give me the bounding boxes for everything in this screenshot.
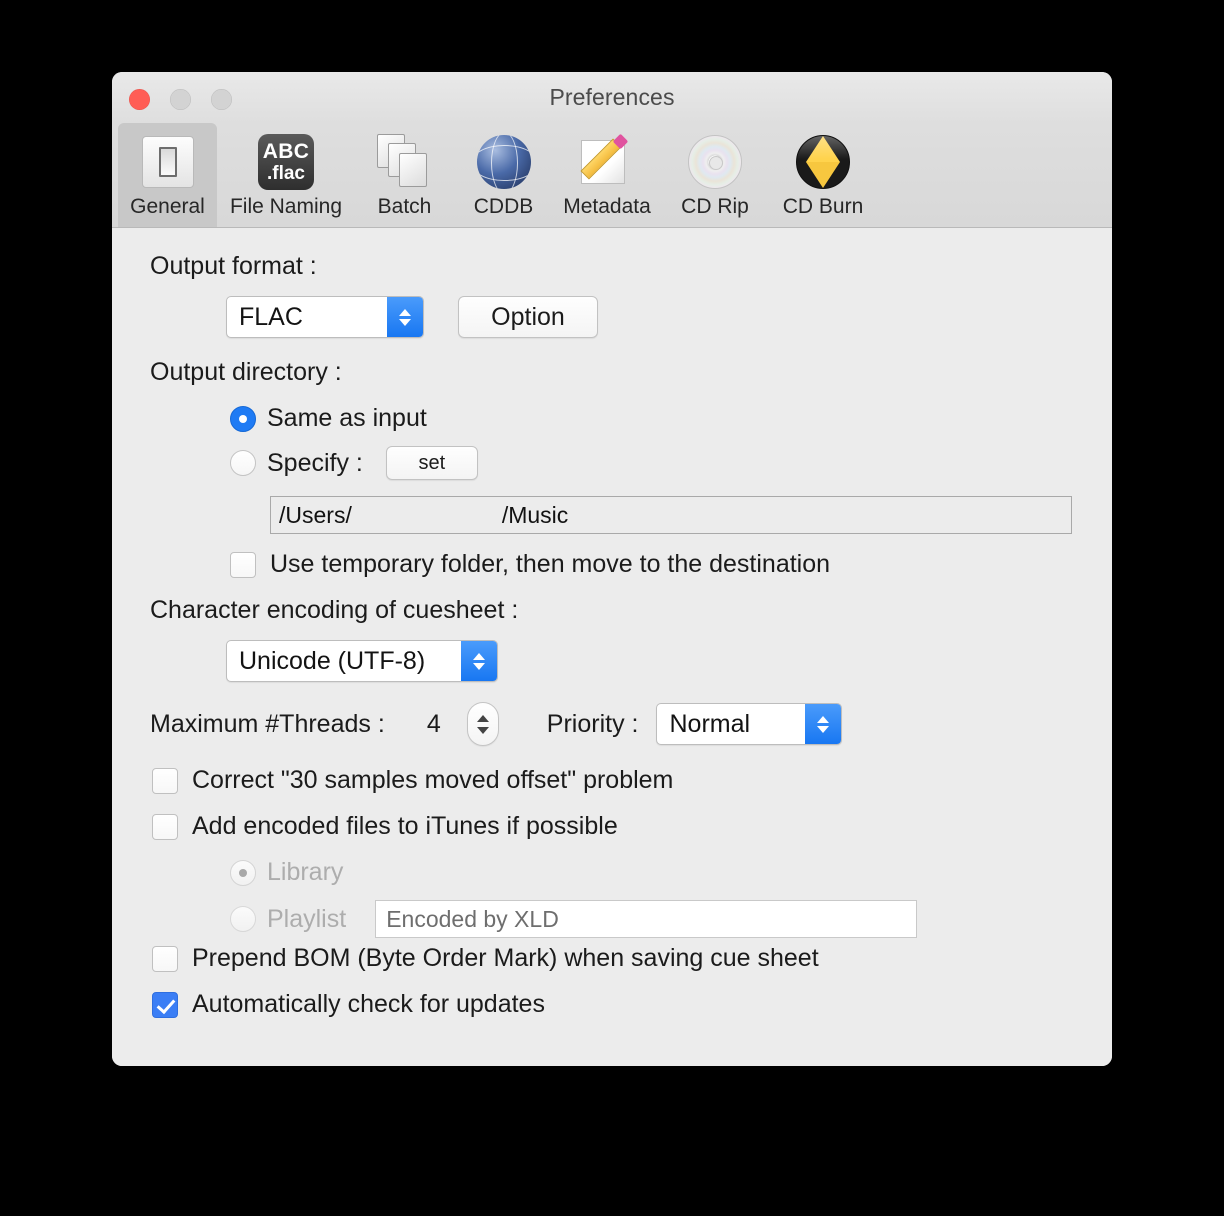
cuesheet-encoding-label: Character encoding of cuesheet : (150, 596, 518, 625)
prepend-bom-label: Prepend BOM (Byte Order Mark) when savin… (192, 944, 819, 973)
threads-stepper[interactable] (467, 702, 499, 746)
temp-folder-label: Use temporary folder, then move to the d… (270, 550, 830, 579)
globe-icon (477, 131, 531, 193)
playlist-label: Playlist (267, 905, 346, 934)
tab-cd-rip[interactable]: CD Rip (661, 123, 769, 227)
tab-file-naming-label: File Naming (230, 195, 342, 219)
radio-playlist[interactable] (230, 906, 256, 932)
output-path-prefix: /Users/ (279, 502, 352, 529)
preferences-window: Preferences General ABC.flac File Naming (112, 72, 1112, 1066)
tab-cd-burn[interactable]: CD Burn (769, 123, 877, 227)
threads-label: Maximum #Threads : (150, 710, 385, 739)
tab-cddb-label: CDDB (474, 195, 534, 219)
desktop-background: Preferences General ABC.flac File Naming (0, 0, 1224, 1216)
threads-priority-row: Maximum #Threads : 4 Priority : Normal (150, 702, 842, 746)
auto-update-row[interactable]: Automatically check for updates (152, 990, 545, 1019)
tab-cd-rip-label: CD Rip (681, 195, 749, 219)
radio-same-as-input[interactable] (230, 406, 256, 432)
priority-value: Normal (669, 710, 750, 739)
chevron-updown-icon (805, 704, 841, 744)
radio-library[interactable] (230, 860, 256, 886)
radio-specify[interactable] (230, 450, 256, 476)
tab-cd-burn-label: CD Burn (783, 195, 864, 219)
correct-offset-row[interactable]: Correct "30 samples moved offset" proble… (152, 766, 673, 795)
output-directory-label: Output directory : (150, 358, 342, 387)
documents-stack-icon (377, 131, 433, 193)
playlist-name-input[interactable]: Encoded by XLD (375, 900, 917, 938)
output-format-label: Output format : (150, 252, 317, 281)
library-label: Library (267, 858, 343, 887)
tab-batch[interactable]: Batch (355, 123, 454, 227)
add-to-itunes-row[interactable]: Add encoded files to iTunes if possible (152, 812, 618, 841)
window-title: Preferences (112, 84, 1112, 111)
general-switch-icon (142, 131, 194, 193)
checkbox-correct-offset[interactable] (152, 768, 178, 794)
option-button[interactable]: Option (458, 296, 598, 338)
temp-folder-row[interactable]: Use temporary folder, then move to the d… (230, 550, 830, 579)
tab-metadata-label: Metadata (563, 195, 651, 219)
prepend-bom-row[interactable]: Prepend BOM (Byte Order Mark) when savin… (152, 944, 819, 973)
checkbox-add-to-itunes[interactable] (152, 814, 178, 840)
same-as-input-row[interactable]: Same as input (230, 404, 427, 433)
cuesheet-encoding-value: Unicode (UTF-8) (239, 647, 425, 676)
output-format-label-row: Output format : (150, 252, 317, 281)
output-path-row: /Users/ /Music (270, 496, 1072, 534)
abc-flac-icon: ABC.flac (258, 131, 314, 193)
output-format-value: FLAC (239, 303, 303, 332)
correct-offset-label: Correct "30 samples moved offset" proble… (192, 766, 673, 795)
pencil-note-icon (579, 131, 635, 193)
priority-select[interactable]: Normal (656, 703, 842, 745)
preferences-toolbar: General ABC.flac File Naming Batch CDDB (112, 124, 1112, 228)
tab-file-naming[interactable]: ABC.flac File Naming (217, 123, 355, 227)
auto-update-label: Automatically check for updates (192, 990, 545, 1019)
compact-disc-icon (688, 131, 742, 193)
playlist-row[interactable]: Playlist Encoded by XLD (230, 900, 917, 938)
tab-metadata[interactable]: Metadata (553, 123, 661, 227)
chevron-updown-icon (461, 641, 497, 681)
checkbox-use-temp-folder[interactable] (230, 552, 256, 578)
set-directory-button[interactable]: set (386, 446, 478, 480)
output-path-field[interactable]: /Users/ /Music (270, 496, 1072, 534)
general-pane: Output format : FLAC Option Output direc… (112, 228, 1112, 1066)
output-path-suffix: /Music (502, 502, 568, 529)
checkbox-prepend-bom[interactable] (152, 946, 178, 972)
tab-general-label: General (130, 195, 205, 219)
burn-disc-icon (796, 131, 850, 193)
chevron-updown-icon (387, 297, 423, 337)
cuesheet-encoding-label-row: Character encoding of cuesheet : (150, 596, 518, 625)
priority-label: Priority : (547, 710, 639, 739)
window-titlebar: Preferences (112, 72, 1112, 124)
output-directory-label-row: Output directory : (150, 358, 342, 387)
cuesheet-encoding-select[interactable]: Unicode (UTF-8) (226, 640, 498, 682)
specify-row[interactable]: Specify : set (230, 446, 478, 480)
cuesheet-encoding-controls-row: Unicode (UTF-8) (226, 640, 498, 682)
library-row[interactable]: Library (230, 858, 343, 887)
threads-value: 4 (417, 710, 451, 739)
checkbox-auto-update[interactable] (152, 992, 178, 1018)
add-to-itunes-label: Add encoded files to iTunes if possible (192, 812, 618, 841)
tab-cddb[interactable]: CDDB (454, 123, 553, 227)
tab-batch-label: Batch (378, 195, 432, 219)
tab-general[interactable]: General (118, 123, 217, 227)
output-format-controls-row: FLAC Option (226, 296, 598, 338)
same-as-input-label: Same as input (267, 404, 427, 433)
specify-label: Specify : (267, 449, 363, 478)
output-format-select[interactable]: FLAC (226, 296, 424, 338)
